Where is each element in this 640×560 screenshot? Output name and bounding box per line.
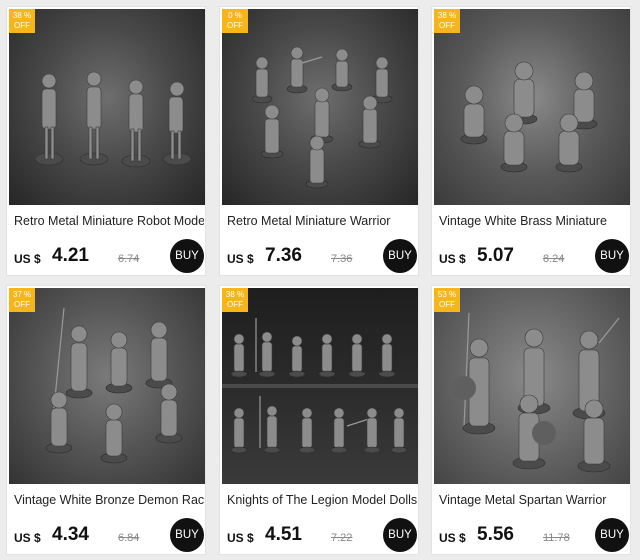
discount-off-label: OFF (227, 300, 243, 309)
product-title[interactable]: Knights of The Legion Model Dolls (227, 493, 417, 507)
discount-percent: 53 % (437, 290, 457, 299)
buy-button[interactable]: BUY (170, 518, 204, 552)
original-price: 7.36 (331, 253, 353, 265)
warrior-miniatures-photo (251, 46, 393, 189)
price-row: US $ 7.36 7.36 BUY (227, 239, 417, 273)
product-card[interactable]: 38 % OFF Knights of The Legion Model Dol… (219, 285, 419, 555)
discount-off-label: OFF (439, 300, 455, 309)
product-title[interactable]: Retro Metal Miniature Robot Model (14, 214, 204, 228)
original-price: 8.24 (543, 253, 565, 265)
discount-off-label: OFF (439, 21, 455, 30)
currency-label: US $ (439, 252, 466, 266)
current-price: 5.07 (477, 245, 514, 266)
original-price: 6.84 (118, 532, 140, 544)
discount-off-label: OFF (14, 21, 30, 30)
current-price: 4.34 (52, 524, 89, 545)
currency-label: US $ (14, 252, 41, 266)
product-card[interactable]: 38 % OFF Vintage White Brass Miniature U… (431, 6, 631, 276)
demon-miniatures-photo (45, 307, 183, 464)
product-card[interactable]: 0 % OFF Retro Metal Miniature Warrior US… (219, 6, 419, 276)
product-title[interactable]: Retro Metal Miniature Warrior (227, 214, 417, 228)
buy-button[interactable]: BUY (383, 239, 417, 273)
currency-label: US $ (14, 531, 41, 545)
discount-percent: 38 % (225, 290, 245, 299)
discount-percent: 38 % (12, 11, 32, 20)
discount-badge: 38 % OFF (9, 9, 35, 33)
price-row: US $ 4.21 6.74 BUY (14, 239, 204, 273)
original-price: 11.78 (543, 532, 570, 544)
original-price: 7.22 (331, 532, 353, 544)
current-price: 5.56 (477, 524, 514, 545)
discount-percent: 0 % (228, 11, 242, 20)
current-price: 4.51 (265, 524, 302, 545)
discount-badge: 38 % OFF (222, 288, 248, 312)
buy-button[interactable]: BUY (595, 239, 629, 273)
product-image[interactable] (9, 288, 205, 484)
discount-badge: 37 % OFF (9, 288, 35, 312)
price-row: US $ 4.51 7.22 BUY (227, 518, 417, 552)
robot-miniatures-photo (34, 71, 192, 168)
price-row: US $ 5.07 8.24 BUY (439, 239, 629, 273)
brass-miniatures-photo (460, 61, 598, 173)
product-title[interactable]: Vintage White Brass Miniature (439, 214, 629, 228)
original-price: 6.74 (118, 253, 140, 265)
currency-label: US $ (227, 531, 254, 545)
discount-off-label: OFF (14, 300, 30, 309)
knight-miniatures-photo (222, 318, 418, 454)
product-image[interactable] (434, 288, 630, 484)
product-image[interactable] (9, 9, 205, 205)
spartan-miniatures-photo (452, 312, 620, 473)
price-row: US $ 5.56 11.78 BUY (439, 518, 629, 552)
product-grid: 38 % OFF Retro Metal Miniature Robot Mod… (0, 0, 640, 560)
product-title[interactable]: Vintage Metal Spartan Warrior (439, 493, 629, 507)
discount-percent: 38 % (437, 11, 457, 20)
currency-label: US $ (439, 531, 466, 545)
current-price: 7.36 (265, 245, 302, 266)
product-title[interactable]: Vintage White Bronze Demon Race (14, 493, 204, 507)
currency-label: US $ (227, 252, 254, 266)
buy-button[interactable]: BUY (595, 518, 629, 552)
buy-button[interactable]: BUY (170, 239, 204, 273)
product-image[interactable] (222, 9, 418, 205)
discount-badge: 38 % OFF (434, 9, 460, 33)
product-card[interactable]: 38 % OFF Retro Metal Miniature Robot Mod… (6, 6, 206, 276)
product-image[interactable] (222, 288, 418, 484)
product-image[interactable] (434, 9, 630, 205)
discount-percent: 37 % (12, 290, 32, 299)
product-card[interactable]: 53 % OFF Vintage Metal Spartan Warrior U… (431, 285, 631, 555)
discount-badge: 0 % OFF (222, 9, 248, 33)
product-card[interactable]: 37 % OFF Vintage White Bronze Demon Race… (6, 285, 206, 555)
discount-badge: 53 % OFF (434, 288, 460, 312)
price-row: US $ 4.34 6.84 BUY (14, 518, 204, 552)
discount-off-label: OFF (227, 21, 243, 30)
current-price: 4.21 (52, 245, 89, 266)
buy-button[interactable]: BUY (383, 518, 417, 552)
